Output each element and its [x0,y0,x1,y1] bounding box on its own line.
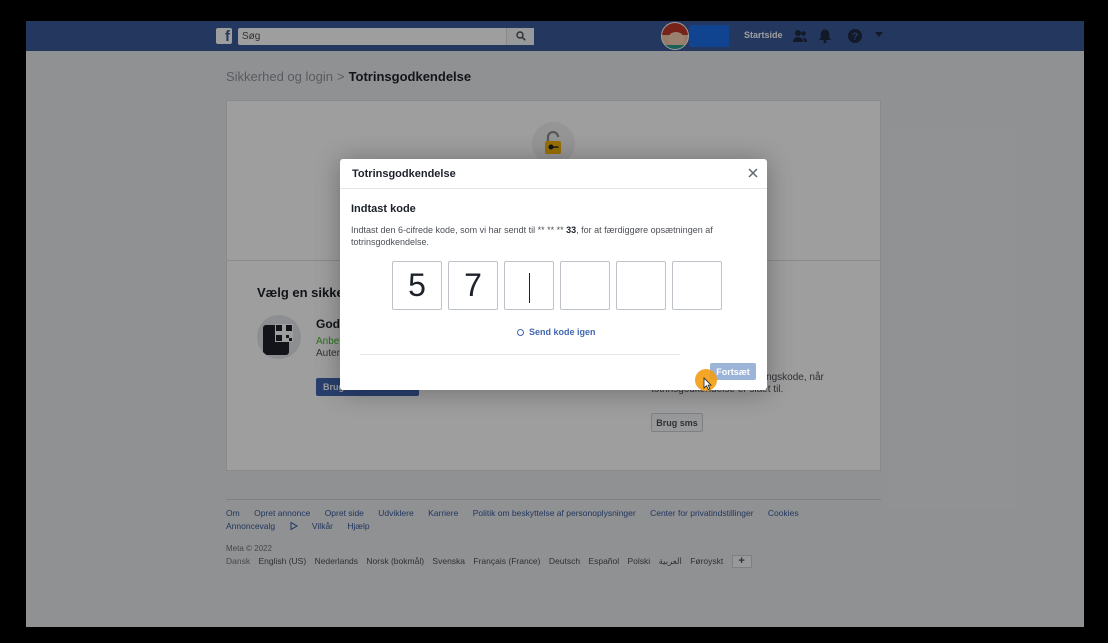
enter-code-description: Indtast den 6-cifrede kode, som vi har s… [351,225,713,247]
continue-button[interactable]: Fortsæt [710,363,756,380]
code-digit-input-6[interactable] [672,261,722,310]
cursor-icon [703,377,712,390]
resend-code-link[interactable]: Send kode igen [517,327,596,337]
dialog-footer-divider [360,354,680,355]
screen: f Startside ? Sikkerhed og login>Totrins… [26,21,1084,627]
text-caret [528,272,530,303]
enter-code-heading: Indtast kode [351,203,416,215]
code-digit-input-1[interactable]: 5 [392,261,442,310]
dialog-title: Totrinsgodkendelse [352,168,456,180]
two-factor-dialog: Totrinsgodkendelse Indtast kode Indtast … [340,159,767,390]
code-digit-input-4[interactable] [560,261,610,310]
close-icon[interactable] [746,166,760,180]
dialog-header: Totrinsgodkendelse [340,159,767,189]
spinner-icon [517,329,524,336]
code-digit-input-3[interactable] [504,261,554,310]
code-digit-input-5[interactable] [616,261,666,310]
code-digit-input-2[interactable]: 7 [448,261,498,310]
